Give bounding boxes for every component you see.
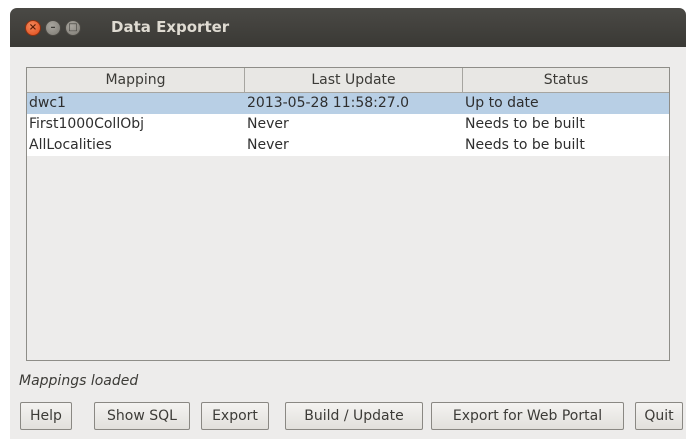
export-for-web-portal-button[interactable]: Export for Web Portal [431, 402, 624, 430]
export-button[interactable]: Export [201, 402, 269, 430]
cell-status: Needs to be built [465, 137, 585, 153]
quit-button[interactable]: Quit [635, 402, 683, 430]
close-icon: × [28, 22, 38, 33]
cell-mapping: dwc1 [29, 95, 66, 111]
table-row[interactable]: AllLocalities Never Needs to be built [27, 135, 669, 156]
table-row[interactable]: dwc1 2013-05-28 11:58:27.0 Up to date [27, 93, 669, 114]
title-bar[interactable]: × – □ Data Exporter [10, 8, 686, 47]
cell-status: Up to date [465, 95, 539, 111]
cell-status: Needs to be built [465, 116, 585, 132]
data-exporter-window: × – □ Data Exporter Mapping Last Update … [10, 8, 686, 439]
mappings-table[interactable]: Mapping Last Update Status dwc1 2013-05-… [26, 67, 670, 361]
show-sql-button[interactable]: Show SQL [94, 402, 190, 430]
cell-last-update: 2013-05-28 11:58:27.0 [247, 95, 410, 111]
status-message: Mappings loaded [19, 373, 139, 389]
cell-mapping: First1000CollObj [29, 116, 145, 132]
column-header-mapping[interactable]: Mapping [27, 68, 245, 92]
minimize-window-button[interactable]: – [45, 20, 61, 36]
column-header-status[interactable]: Status [463, 68, 669, 92]
table-row[interactable]: First1000CollObj Never Needs to be built [27, 114, 669, 135]
minimize-icon: – [50, 22, 56, 33]
maximize-window-button[interactable]: □ [65, 20, 81, 36]
cell-mapping: AllLocalities [29, 137, 112, 153]
table-header: Mapping Last Update Status [27, 68, 669, 93]
cell-last-update: Never [247, 137, 289, 153]
build-update-button[interactable]: Build / Update [285, 402, 423, 430]
window-title: Data Exporter [111, 18, 230, 36]
close-window-button[interactable]: × [25, 20, 41, 36]
column-header-last-update[interactable]: Last Update [245, 68, 463, 92]
maximize-icon: □ [68, 22, 78, 33]
cell-last-update: Never [247, 116, 289, 132]
help-button[interactable]: Help [20, 402, 72, 430]
